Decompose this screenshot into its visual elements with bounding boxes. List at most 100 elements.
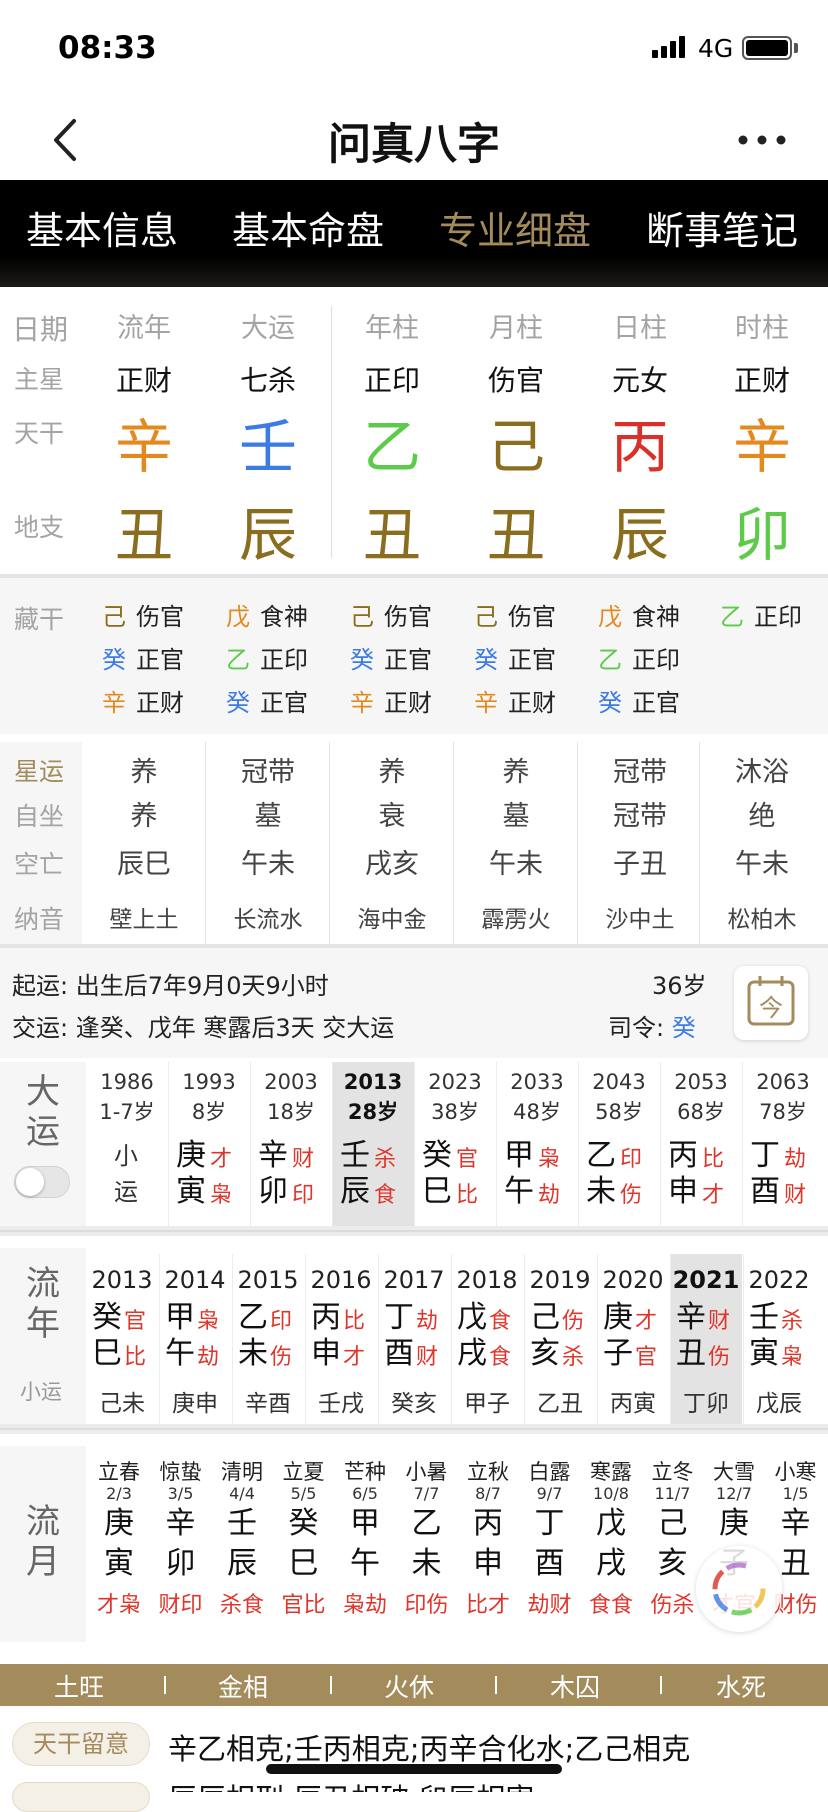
liuyue-item[interactable]: 芒种 6/5 甲午枭劫: [334, 1456, 396, 1619]
liunian-label: 流年: [26, 1264, 60, 1344]
canggan-shishen: 正官: [384, 646, 432, 674]
liuyue-item[interactable]: 惊蛰 3/5 辛卯财印: [150, 1456, 212, 1619]
liunian-zhi: 亥: [530, 1336, 560, 1371]
today-button[interactable]: 今: [734, 966, 808, 1040]
wuxing-3: 木囚: [550, 1673, 601, 1702]
canggan-item: 辛正财: [474, 683, 556, 718]
dayun-item[interactable]: 1986 1-7岁小运: [86, 1062, 168, 1226]
liunian-item[interactable]: 2017 丁酉劫财癸亥: [378, 1254, 450, 1424]
dayun-gan: 壬: [340, 1138, 370, 1173]
tab-notes[interactable]: 断事笔记: [622, 200, 822, 255]
liunian-gan: 癸: [92, 1300, 122, 1335]
dayun-zhi: 未: [586, 1174, 616, 1209]
liuyue-item[interactable]: 立冬 11/7 己亥伤杀: [642, 1456, 704, 1619]
canggan-shishen: 正财: [136, 689, 184, 717]
canggan-shishen: 食神: [632, 603, 680, 631]
dayun-item[interactable]: 2023 38岁癸巳官比: [414, 1062, 496, 1226]
liunian-item[interactable]: 2013 癸巳官比己未: [86, 1254, 158, 1424]
kongwang-value: 午未: [489, 849, 543, 880]
tiangan-char: 丙: [610, 413, 669, 481]
liunian-item[interactable]: 2016 丙申比才壬戌: [305, 1254, 377, 1424]
dayun-item[interactable]: 1993 8岁庚寅才枭: [168, 1062, 250, 1226]
more-icon[interactable]: [738, 135, 786, 145]
jieqi-date: 3/5: [167, 1484, 194, 1503]
liunian-item[interactable]: 2022 壬寅杀枭戊辰: [743, 1254, 815, 1424]
liunian-zhi: 子: [603, 1336, 633, 1371]
liunian-shishen-gan: 财: [708, 1309, 731, 1334]
liuyue-item[interactable]: 立夏 5/5 癸巳官比: [273, 1456, 335, 1619]
wuxing-bar: 土旺 金相 火休 木囚 水死: [0, 1664, 828, 1706]
liunian-item[interactable]: 2014 甲午枭劫庚申: [159, 1254, 231, 1424]
liunian-zhi: 丑: [676, 1336, 706, 1371]
xiaoyun-value: 癸亥: [391, 1391, 437, 1417]
liunian-gan: 丙: [311, 1300, 341, 1335]
floating-wheel-button[interactable]: [696, 1546, 782, 1632]
liuyue-gan: 乙: [411, 1506, 442, 1541]
liuyue-item[interactable]: 白露 9/7 丁酉劫财: [519, 1456, 581, 1619]
liunian-shishen-zhi: 劫: [197, 1345, 220, 1370]
liuyue-item[interactable]: 立秋 8/7 丙申比才: [457, 1456, 519, 1619]
liuyue-item[interactable]: 立春 2/3 庚寅才枭: [88, 1456, 150, 1619]
canggan-item: 己伤官: [474, 597, 556, 632]
dayun-year: 2053: [674, 1070, 728, 1094]
dizhi-char: 辰: [238, 501, 297, 569]
liuyue-shishen: 劫财: [527, 1593, 572, 1618]
jieqi-date: 1/5: [782, 1484, 809, 1503]
xingyun-value: 养: [502, 757, 530, 788]
jieqi-name: 立春: [98, 1460, 140, 1484]
canggan-item: 癸正官: [226, 683, 308, 718]
signal-icon: [652, 50, 658, 58]
canggan-item: 乙正印: [598, 640, 680, 675]
liunian-year: 2013: [91, 1266, 153, 1294]
dayun-item[interactable]: 2033 48岁甲午枭劫: [496, 1062, 578, 1226]
liuyue-zhi: 寅: [104, 1546, 134, 1581]
xiaoyun-value: 乙丑: [537, 1391, 583, 1417]
canggan-item: 乙正印: [720, 597, 802, 632]
qiyun-age: 36岁: [652, 972, 707, 1000]
dayun-gan: 癸: [422, 1138, 452, 1173]
liuyue-zhi: 申: [473, 1546, 503, 1581]
liuyue-item[interactable]: 寒露 10/8 戊戌食食: [580, 1456, 642, 1619]
label-date: 日期: [12, 313, 69, 346]
zizuo-value: 绝: [748, 801, 776, 832]
nayin-value: 长流水: [233, 907, 303, 933]
jieqi-name: 大雪: [713, 1460, 755, 1484]
tiangan-char: 壬: [238, 413, 297, 481]
nayin-value: 沙中土: [605, 907, 675, 933]
liuyue-zhi: 戌: [596, 1546, 626, 1581]
calendar-today-icon: 今: [747, 976, 795, 1026]
liunian-item[interactable]: 2018 戊戌食食甲子: [451, 1254, 523, 1424]
dayun-item[interactable]: 2053 68岁丙申比才: [660, 1062, 742, 1226]
zizuo-value: 墓: [502, 801, 530, 832]
dayun-item[interactable]: 2043 58岁乙未印伤: [578, 1062, 660, 1226]
dayun-zhi: 寅: [176, 1174, 206, 1209]
liuyue-item[interactable]: 清明 4/4 壬辰杀食: [211, 1456, 273, 1619]
dayun-gan: 丁: [750, 1138, 780, 1173]
canggan-gan: 戊: [598, 603, 622, 631]
canggan-gan: 癸: [226, 689, 250, 717]
status-bar: 08:33 4G: [0, 0, 828, 95]
dayun-item[interactable]: 2003 18岁辛卯财印: [250, 1062, 332, 1226]
canggan-shishen: 正官: [260, 689, 308, 717]
wuxing-4: 水死: [716, 1673, 767, 1702]
liunian-item[interactable]: 2021 辛丑财伤丁卯: [670, 1254, 742, 1424]
dayun-year: 2043: [592, 1070, 646, 1094]
liuyue-zhi: 午: [350, 1546, 380, 1581]
liuyue-gan: 己: [657, 1506, 688, 1541]
liunian-item[interactable]: 2015 乙未印伤辛酉: [232, 1254, 304, 1424]
canggan-item: 辛正财: [102, 683, 184, 718]
dayun-item[interactable]: 2063 78岁丁酉劫财: [742, 1062, 824, 1226]
liunian-item[interactable]: 2020 庚子才官丙寅: [597, 1254, 669, 1424]
tab-basic-info[interactable]: 基本信息: [2, 200, 202, 255]
tab-pro-chart[interactable]: 专业细盘: [415, 200, 615, 255]
dayun-item[interactable]: 2013 28岁壬辰杀食: [332, 1062, 414, 1226]
liuyue-item[interactable]: 小暑 7/7 乙未印伤: [396, 1456, 458, 1619]
zizuo-value: 墓: [254, 801, 282, 832]
jieqi-name: 清明: [221, 1460, 263, 1484]
tab-basic-chart[interactable]: 基本命盘: [208, 200, 408, 255]
dayun-toggle[interactable]: [14, 1166, 70, 1198]
xingyun-value: 养: [130, 757, 158, 788]
tiangan-char: 己: [486, 413, 545, 481]
liunian-item[interactable]: 2019 己亥伤杀乙丑: [524, 1254, 596, 1424]
liunian-zhi: 巳: [92, 1336, 122, 1371]
